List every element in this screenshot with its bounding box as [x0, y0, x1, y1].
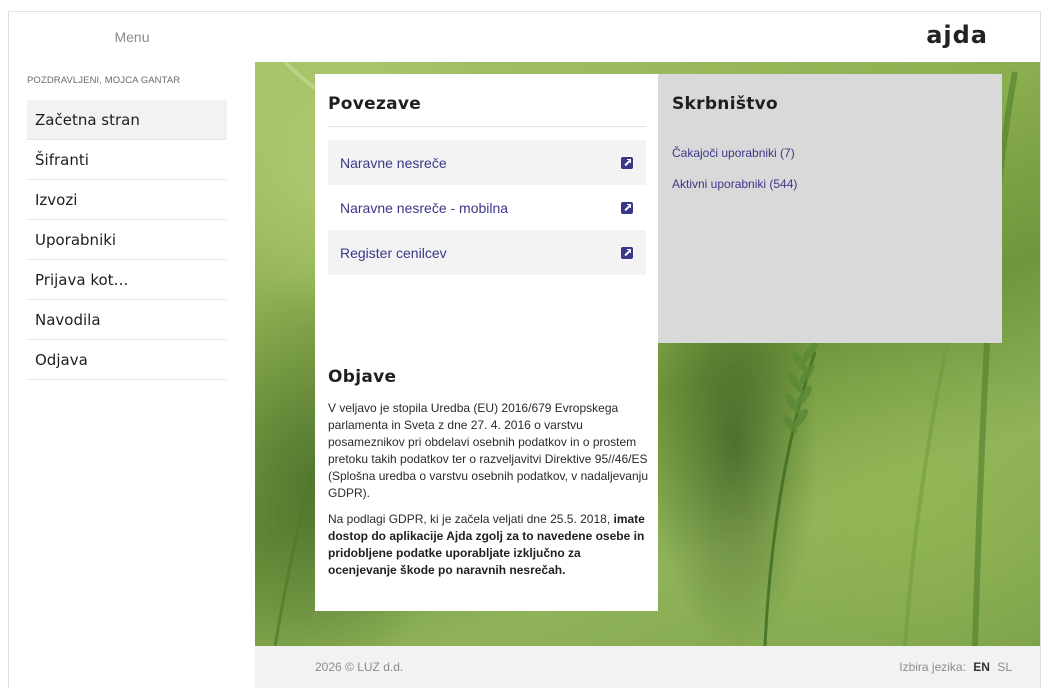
link-label: Naravne nesreče	[340, 154, 447, 171]
app-window: Menu ajda POZDRAVLJENI, MOJCA GANTAR Zač…	[8, 11, 1041, 688]
sidebar-item-zacetna-stran[interactable]: Začetna stran	[27, 100, 227, 140]
main-content: Povezave Naravne nesreče Naravne nesreče…	[255, 62, 1040, 646]
skrbnistvo-panel: Skrbništvo Čakajoči uporabniki (7) Aktiv…	[658, 74, 1002, 343]
external-link-icon[interactable]	[621, 201, 633, 214]
objave-body: V veljavo je stopila Uredba (EU) 2016/67…	[328, 400, 648, 588]
link-naravne-nesrece-mobilna[interactable]: Naravne nesreče - mobilna	[328, 185, 646, 230]
objave-heading: Objave	[328, 367, 397, 387]
sidebar-nav: Začetna stran Šifranti Izvozi Uporabniki…	[27, 100, 227, 380]
user-greeting: POZDRAVLJENI, MOJCA GANTAR	[27, 75, 181, 86]
language-sl-link[interactable]: SL	[997, 660, 1012, 674]
menu-label[interactable]: Menu	[9, 12, 255, 62]
copyright-text: 2026 © LUZ d.d.	[315, 660, 404, 674]
link-register-cenilcev[interactable]: Register cenilcev	[328, 230, 646, 275]
language-en-link[interactable]: EN	[973, 660, 990, 674]
link-label: Naravne nesreče - mobilna	[340, 199, 509, 216]
sidebar: POZDRAVLJENI, MOJCA GANTAR Začetna stran…	[9, 62, 255, 688]
external-link-icon[interactable]	[621, 246, 633, 259]
skrbnistvo-links: Čakajoči uporabniki (7) Aktivni uporabni…	[672, 146, 797, 208]
left-panel: Povezave Naravne nesreče Naravne nesreče…	[315, 74, 658, 611]
povezave-heading: Povezave	[328, 94, 422, 114]
link-aktivni-uporabniki[interactable]: Aktivni uporabniki (544)	[672, 177, 797, 208]
header: Menu ajda	[9, 12, 1040, 62]
link-label: Register cenilcev	[340, 244, 447, 261]
povezave-links: Naravne nesreče Naravne nesreče - mobiln…	[328, 140, 646, 275]
link-cakajoci-uporabniki[interactable]: Čakajoči uporabniki (7)	[672, 146, 797, 177]
sidebar-item-navodila[interactable]: Navodila	[27, 300, 227, 340]
link-naravne-nesrece[interactable]: Naravne nesreče	[328, 140, 646, 185]
sidebar-item-izvozi[interactable]: Izvozi	[27, 180, 227, 220]
language-label: Izbira jezika:	[899, 660, 966, 674]
language-selector: Izbira jezika: EN SL	[899, 660, 1012, 674]
objave-paragraph-2-prefix: Na podlagi GDPR, ki je začela veljati dn…	[328, 512, 614, 526]
app-logo[interactable]: ajda	[926, 21, 988, 49]
divider	[328, 126, 646, 127]
objave-paragraph-2: Na podlagi GDPR, ki je začela veljati dn…	[328, 511, 648, 579]
sidebar-item-uporabniki[interactable]: Uporabniki	[27, 220, 227, 260]
objave-paragraph-1: V veljavo je stopila Uredba (EU) 2016/67…	[328, 401, 648, 500]
footer: 2026 © LUZ d.d. Izbira jezika: EN SL	[255, 646, 1040, 688]
sidebar-item-odjava[interactable]: Odjava	[27, 340, 227, 380]
sidebar-item-sifranti[interactable]: Šifranti	[27, 140, 227, 180]
sidebar-item-prijava-kot[interactable]: Prijava kot…	[27, 260, 227, 300]
skrbnistvo-heading: Skrbništvo	[672, 94, 779, 114]
external-link-icon[interactable]	[621, 156, 633, 169]
